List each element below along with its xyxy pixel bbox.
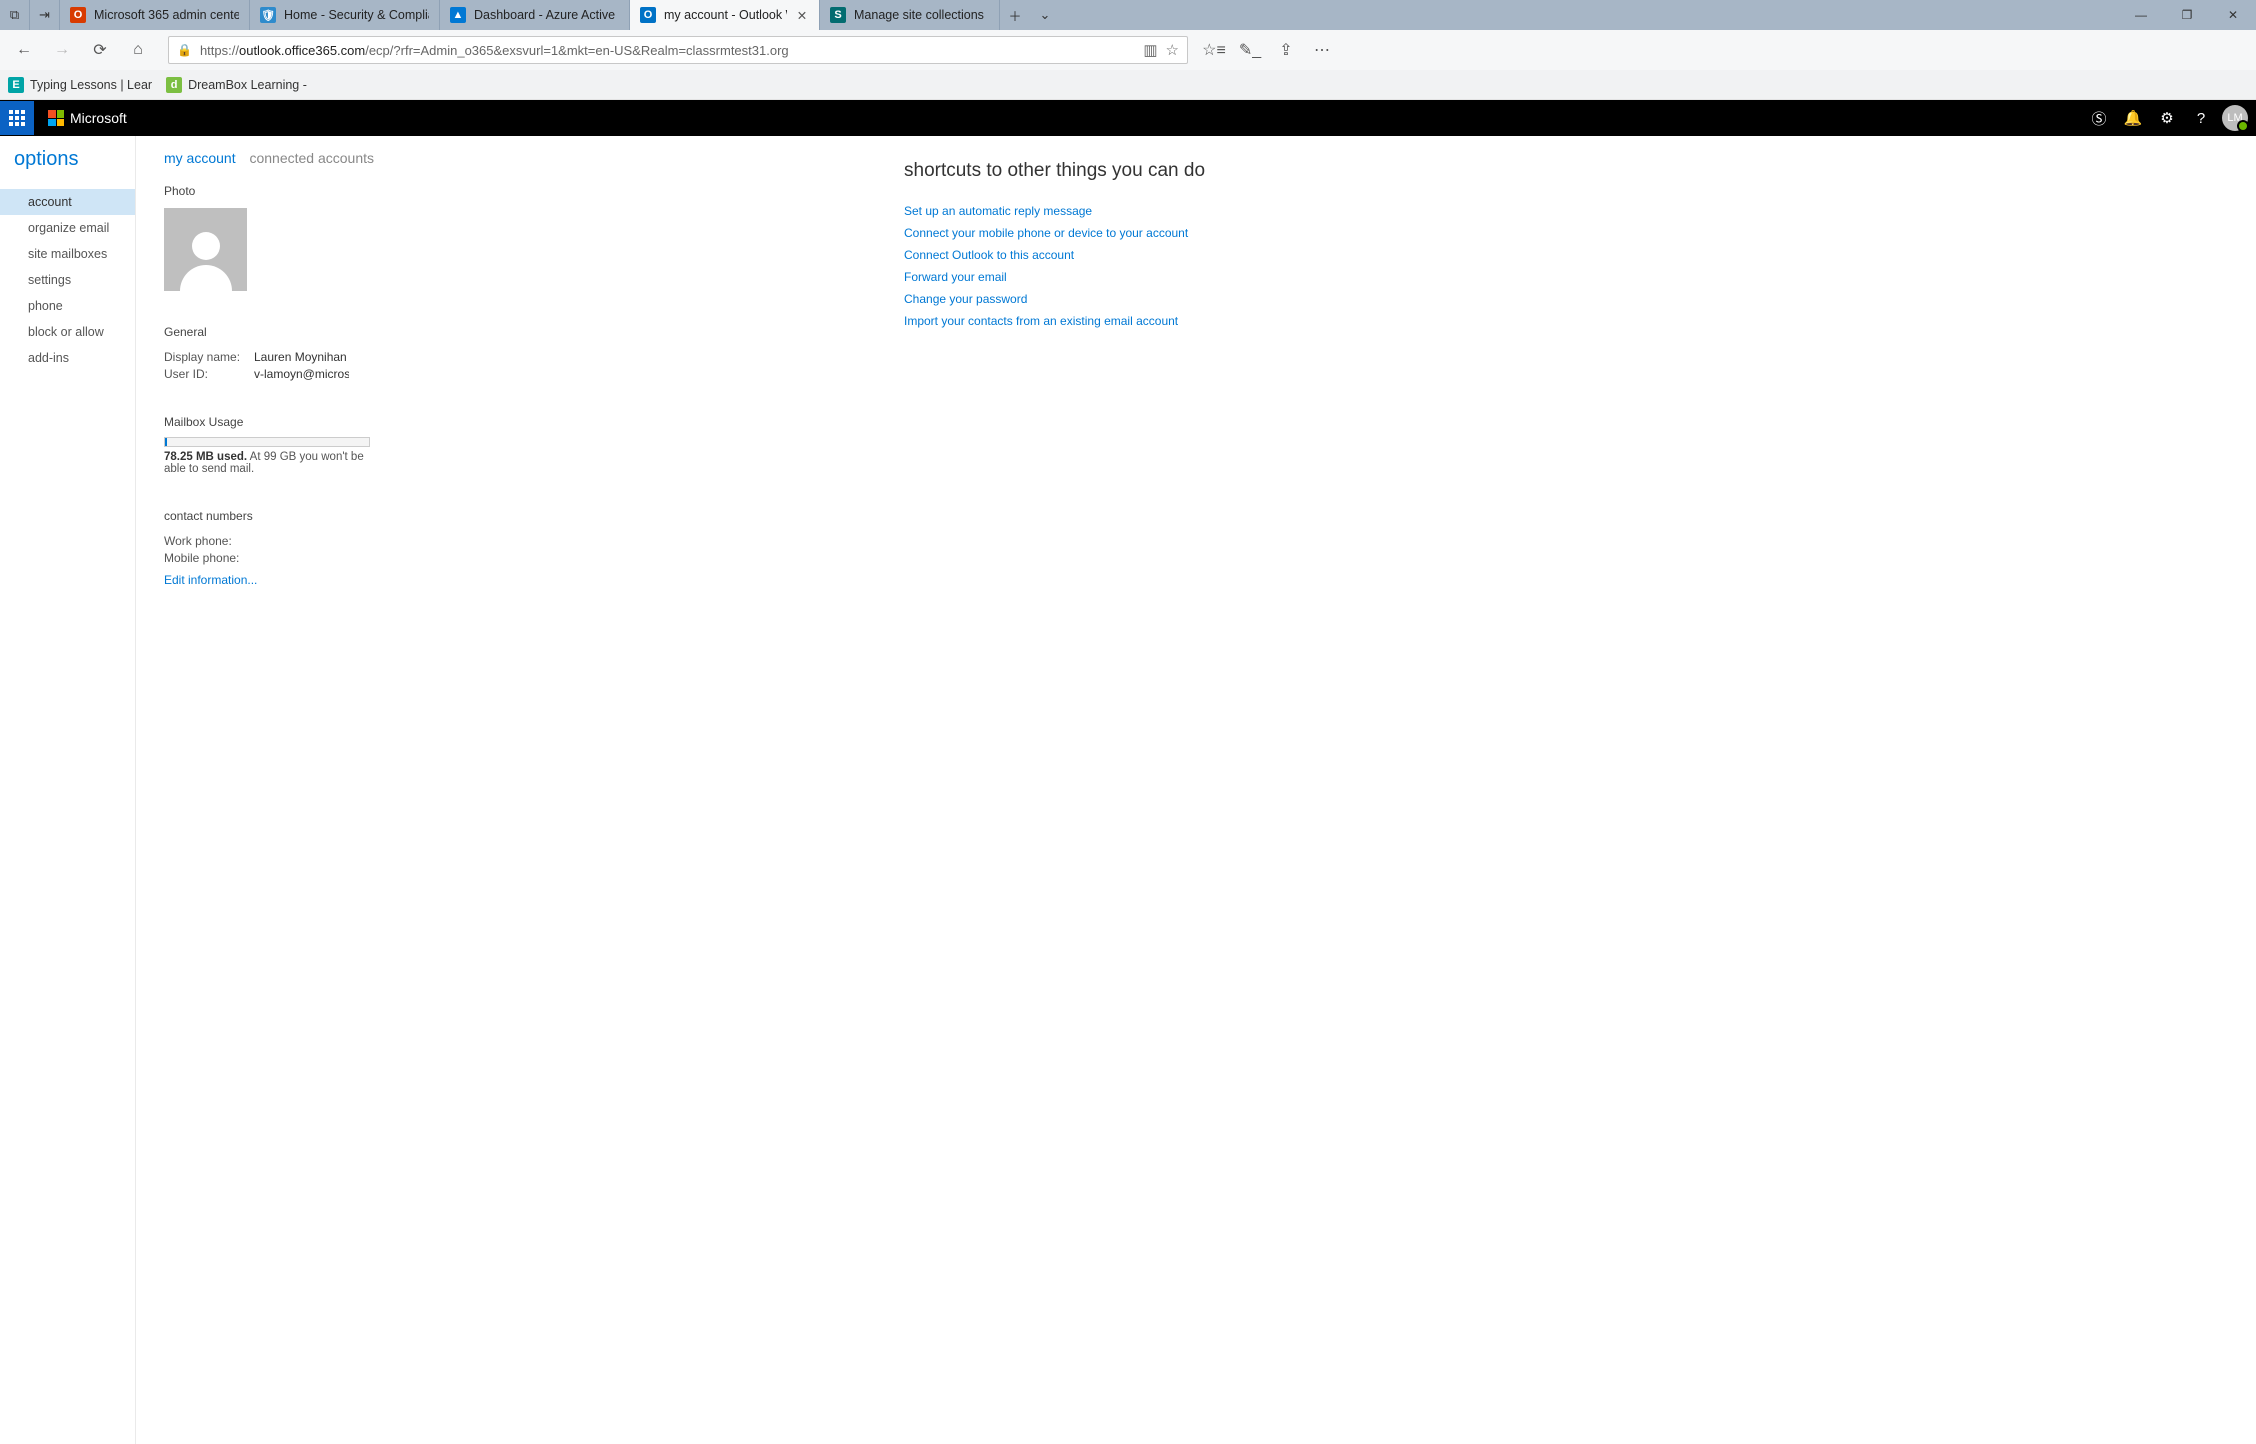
shortcut-change-password[interactable]: Change your password bbox=[904, 292, 1334, 306]
share-icon[interactable]: ⇪ bbox=[1268, 32, 1304, 68]
tab-outlook[interactable]: O my account - Outlook W ✕ bbox=[630, 0, 820, 30]
browser-titlebar: ⧉ ⇥ O Microsoft 365 admin center 🛡 Home … bbox=[0, 0, 2256, 30]
content-area: my account connected accounts Photo Gene… bbox=[136, 136, 2256, 1444]
display-name-value: Lauren Moynihan (Nayam bbox=[254, 350, 349, 364]
window-minimize-button[interactable]: — bbox=[2118, 0, 2164, 30]
bookmark-label: Typing Lessons | Lear bbox=[30, 78, 152, 92]
forward-button[interactable]: → bbox=[44, 32, 80, 68]
skype-icon[interactable]: Ⓢ bbox=[2082, 101, 2116, 135]
waffle-icon bbox=[9, 110, 25, 126]
tab-my-account[interactable]: my account bbox=[164, 150, 236, 166]
sharepoint-icon: S bbox=[830, 7, 846, 23]
shortcut-connect-phone[interactable]: Connect your mobile phone or device to y… bbox=[904, 226, 1334, 240]
content-tabs: my account connected accounts bbox=[164, 150, 904, 166]
ms-logo-icon bbox=[48, 110, 64, 126]
notifications-icon[interactable]: 🔔 bbox=[2116, 101, 2150, 135]
nav-item-block-allow[interactable]: block or allow bbox=[0, 319, 135, 345]
tab-azure-ad[interactable]: ▲ Dashboard - Azure Active D bbox=[440, 0, 630, 30]
lock-icon: 🔒 bbox=[177, 43, 192, 57]
shortcut-connect-outlook[interactable]: Connect Outlook to this account bbox=[904, 248, 1334, 262]
tab-label: Home - Security & Complia bbox=[284, 8, 429, 22]
suite-header: Microsoft Ⓢ 🔔 ⚙ ? LM bbox=[0, 100, 2256, 136]
shortcut-auto-reply[interactable]: Set up an automatic reply message bbox=[904, 204, 1334, 218]
tab-m365-admin[interactable]: O Microsoft 365 admin center bbox=[60, 0, 250, 30]
bookmark-dreambox[interactable]: d DreamBox Learning - bbox=[166, 77, 307, 93]
tab-sharepoint[interactable]: S Manage site collections bbox=[820, 0, 1000, 30]
tab-chevron-icon[interactable]: ⌄ bbox=[1030, 0, 1060, 30]
mailbox-usage-fill bbox=[165, 438, 167, 446]
bookmark-typing-lessons[interactable]: E Typing Lessons | Lear bbox=[8, 77, 152, 93]
shield-icon: 🛡 bbox=[260, 7, 276, 23]
tab-actions-icon[interactable]: ⧉ bbox=[0, 0, 30, 30]
bookmark-icon: d bbox=[166, 77, 182, 93]
user-id-value: v-lamoyn@microsoft.com bbox=[254, 367, 349, 381]
nav-item-settings[interactable]: settings bbox=[0, 267, 135, 293]
nav-item-site-mailboxes[interactable]: site mailboxes bbox=[0, 241, 135, 267]
azure-icon: ▲ bbox=[450, 7, 466, 23]
shortcut-forward-email[interactable]: Forward your email bbox=[904, 270, 1334, 284]
mobile-phone-label: Mobile phone: bbox=[164, 551, 254, 565]
left-nav: options account organize email site mail… bbox=[0, 136, 136, 1444]
help-icon[interactable]: ? bbox=[2184, 101, 2218, 135]
brand-text: Microsoft bbox=[70, 110, 127, 126]
section-photo-header: Photo bbox=[164, 184, 904, 198]
section-mailbox-header: Mailbox Usage bbox=[164, 415, 904, 429]
nav-item-add-ins[interactable]: add-ins bbox=[0, 345, 135, 371]
tab-connected-accounts[interactable]: connected accounts bbox=[249, 150, 374, 166]
shortcut-import-contacts[interactable]: Import your contacts from an existing em… bbox=[904, 314, 1334, 328]
favorites-icon[interactable]: ☆≡ bbox=[1196, 32, 1232, 68]
tab-label: Microsoft 365 admin center bbox=[94, 8, 239, 22]
back-button[interactable]: ← bbox=[6, 32, 42, 68]
window-restore-button[interactable]: ❐ bbox=[2164, 0, 2210, 30]
outlook-icon: O bbox=[640, 7, 656, 23]
favorite-star-icon[interactable]: ☆ bbox=[1166, 41, 1179, 59]
nav-item-account[interactable]: account bbox=[0, 189, 135, 215]
account-column: my account connected accounts Photo Gene… bbox=[164, 150, 904, 1444]
window-close-button[interactable]: ✕ bbox=[2210, 0, 2256, 30]
tab-label: Dashboard - Azure Active D bbox=[474, 8, 619, 22]
office-icon: O bbox=[70, 7, 86, 23]
user-id-label: User ID: bbox=[164, 367, 254, 381]
account-avatar[interactable]: LM bbox=[2222, 105, 2248, 131]
display-name-label: Display name: bbox=[164, 350, 254, 364]
notes-icon[interactable]: ✎_ bbox=[1232, 32, 1268, 68]
home-button[interactable]: ⌂ bbox=[120, 32, 156, 68]
nav-item-organize-email[interactable]: organize email bbox=[0, 215, 135, 241]
nav-item-phone[interactable]: phone bbox=[0, 293, 135, 319]
microsoft-logo[interactable]: Microsoft bbox=[48, 110, 127, 126]
nav-title: options bbox=[0, 148, 135, 189]
tab-label: my account - Outlook W bbox=[664, 8, 787, 22]
close-tab-icon[interactable]: ✕ bbox=[795, 8, 809, 23]
more-icon[interactable]: ⋯ bbox=[1304, 32, 1340, 68]
set-aside-tabs-icon[interactable]: ⇥ bbox=[30, 0, 60, 30]
address-bar[interactable]: 🔒 https://outlook.office365.com/ecp/?rfr… bbox=[168, 36, 1188, 64]
shortcuts-heading: shortcuts to other things you can do bbox=[904, 160, 1334, 182]
bookmark-icon: E bbox=[8, 77, 24, 93]
browser-addressbar: ← → ⟳ ⌂ 🔒 https://outlook.office365.com/… bbox=[0, 30, 2256, 70]
tab-label: Manage site collections bbox=[854, 8, 989, 22]
tab-security[interactable]: 🛡 Home - Security & Complia bbox=[250, 0, 440, 30]
settings-gear-icon[interactable]: ⚙ bbox=[2150, 101, 2184, 135]
profile-photo-placeholder[interactable] bbox=[164, 208, 247, 291]
shortcuts-column: shortcuts to other things you can do Set… bbox=[904, 150, 1334, 1444]
reading-view-icon[interactable]: ▥ bbox=[1143, 41, 1157, 59]
mailbox-usage-text: 78.25 MB used. At 99 GB you won't be abl… bbox=[164, 451, 364, 475]
section-contacts-header: contact numbers bbox=[164, 509, 904, 523]
bookmark-label: DreamBox Learning - bbox=[188, 78, 307, 92]
app-launcher-button[interactable] bbox=[0, 101, 34, 135]
new-tab-button[interactable]: ＋ bbox=[1000, 0, 1030, 30]
work-phone-label: Work phone: bbox=[164, 534, 254, 548]
url-text: https://outlook.office365.com/ecp/?rfr=A… bbox=[200, 43, 1135, 58]
section-general-header: General bbox=[164, 325, 904, 339]
edit-information-link[interactable]: Edit information... bbox=[164, 573, 257, 587]
bookmarks-bar: E Typing Lessons | Lear d DreamBox Learn… bbox=[0, 70, 2256, 100]
refresh-button[interactable]: ⟳ bbox=[82, 32, 118, 68]
mailbox-usage-bar bbox=[164, 437, 370, 447]
main-area: options account organize email site mail… bbox=[0, 136, 2256, 1444]
